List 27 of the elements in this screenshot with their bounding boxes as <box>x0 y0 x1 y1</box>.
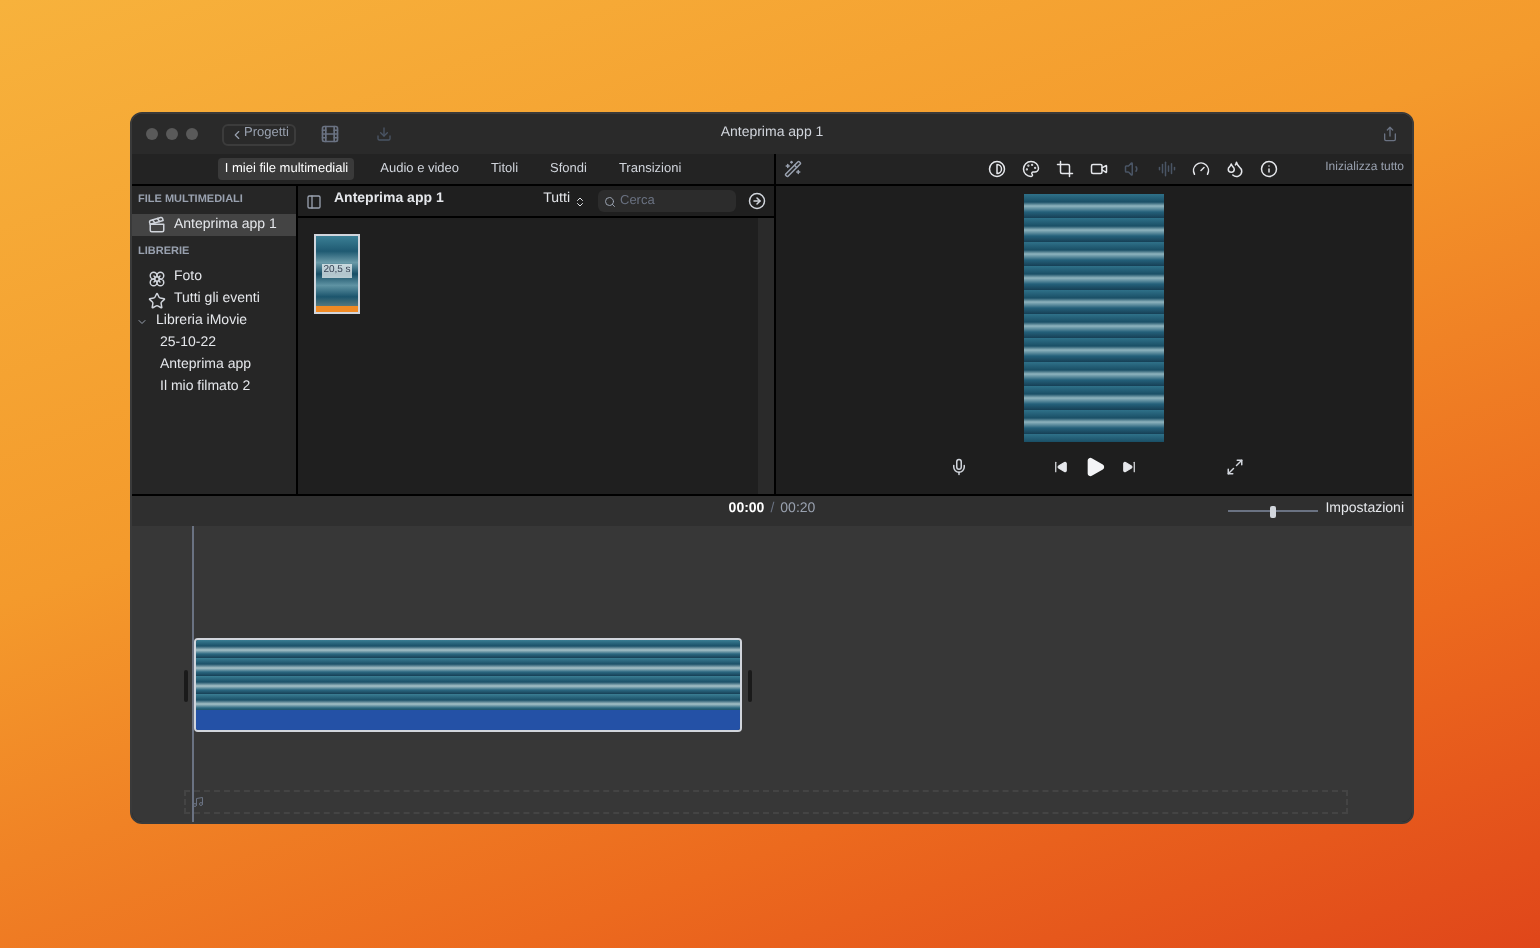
magic-wand-icon[interactable] <box>784 160 802 178</box>
camera-icon[interactable] <box>1090 160 1109 178</box>
film-icon[interactable] <box>320 124 341 144</box>
clip-filter-icon[interactable] <box>748 192 766 210</box>
palette-icon[interactable] <box>1022 160 1041 178</box>
music-note-icon <box>192 796 204 808</box>
flower-icon <box>148 269 166 287</box>
skip-forward-icon[interactable] <box>1121 459 1135 473</box>
video-clip[interactable] <box>194 638 742 732</box>
fullscreen-icon[interactable] <box>1226 457 1244 475</box>
share-icon[interactable] <box>1382 126 1398 142</box>
skip-back-icon[interactable] <box>1053 459 1067 473</box>
sidebar-toggle-icon[interactable] <box>306 193 322 209</box>
slider-thumb[interactable] <box>1269 505 1276 517</box>
zoom-slider[interactable] <box>1227 505 1318 517</box>
info-icon[interactable] <box>1260 160 1279 178</box>
search-icon <box>604 195 616 207</box>
play-icon[interactable] <box>1083 455 1105 477</box>
microphone-icon[interactable] <box>950 457 968 475</box>
speed-icon[interactable] <box>1192 160 1211 178</box>
filter-icon[interactable] <box>1226 160 1245 178</box>
chevron-left-icon <box>230 127 244 141</box>
color-balance-icon[interactable] <box>988 160 1007 178</box>
crop-icon[interactable] <box>1056 160 1075 178</box>
disclosure-chevron-icon[interactable] <box>136 316 148 328</box>
star-icon <box>148 291 166 309</box>
clapperboard-icon <box>148 216 166 235</box>
